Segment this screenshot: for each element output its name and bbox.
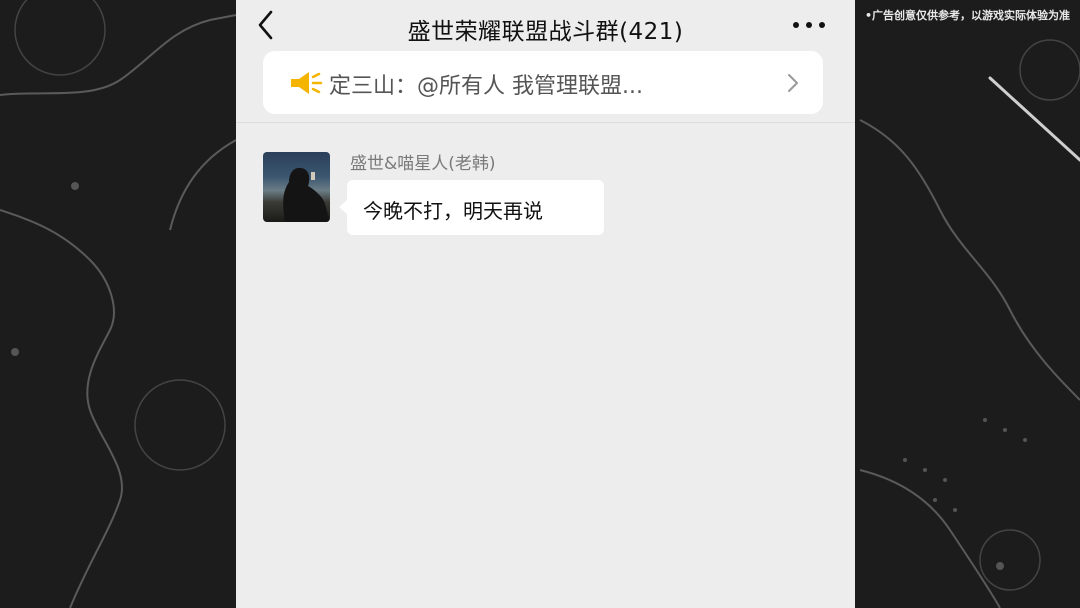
nav-bar: 盛世荣耀联盟战斗群(421) [236,0,855,56]
notice-text: 定三山：@所有人 我管理联盟... [329,74,643,99]
divider [236,122,855,123]
pinned-notice[interactable]: 定三山：@所有人 我管理联盟... [263,51,823,114]
avatar[interactable] [263,152,330,222]
sender-name: 盛世&喵星人(老韩) [350,154,496,174]
chevron-right-icon [788,74,798,92]
more-dots-icon[interactable] [793,20,825,30]
megaphone-icon [291,72,323,94]
chat-title: 盛世荣耀联盟战斗群(421) [407,19,684,45]
message-text: 今晚不打，明天再说 [363,199,543,223]
ad-disclaimer: •广告创意仅供参考，以游戏实际体验为准 [864,9,1070,22]
chat-screen: 盛世荣耀联盟战斗群(421) 定三山：@所有人 我管理联盟... 盛世&喵星人(… [236,0,855,608]
message-bubble[interactable]: 今晚不打，明天再说 [339,180,604,235]
